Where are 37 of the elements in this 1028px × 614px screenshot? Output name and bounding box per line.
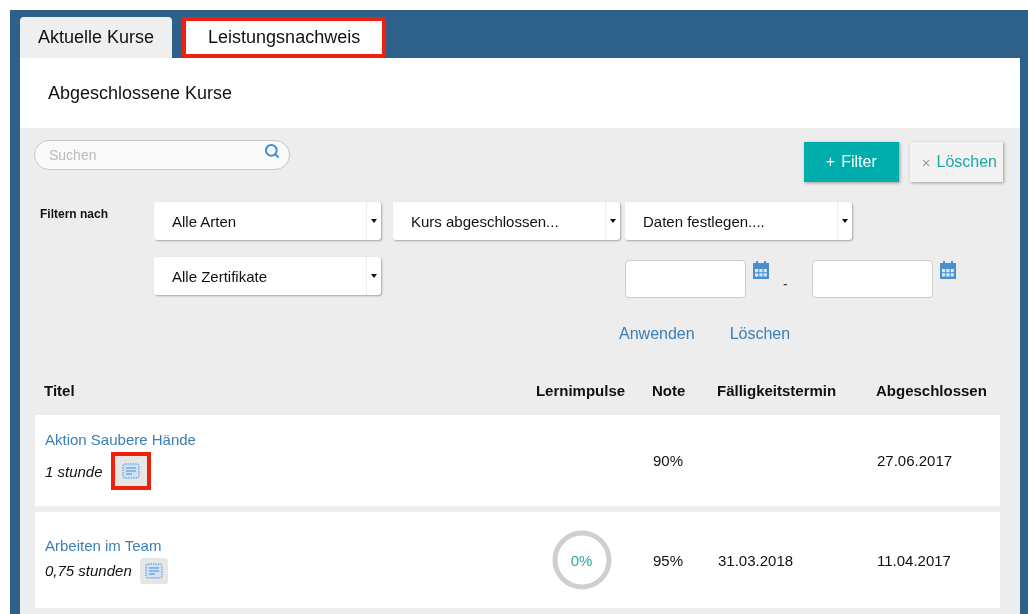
completed-date-cell-text: 27.06.2017 [877, 452, 954, 469]
section-title: Abgeschlossene Kurse [48, 82, 233, 104]
completed-date-cell-text: 11.04.2017 [877, 551, 952, 569]
column-header: Lernimpulse [534, 381, 627, 399]
search-field[interactable]: Suchen [34, 140, 290, 170]
action-link[interactable]: Löschen [729, 325, 791, 343]
certificate-button[interactable] [139, 557, 168, 584]
filter-dropdown[interactable]: Kurs abgeschlossen... [393, 202, 620, 240]
grade-cell-text: 95% [653, 551, 685, 569]
column-header: Abgeschlossen [876, 381, 988, 399]
filter-dropdown[interactable]: Alle Zertifikate [154, 257, 381, 295]
calendar-icon[interactable] [753, 261, 769, 279]
grade-cell-text: 90% [653, 452, 685, 469]
tab[interactable]: Leistungsnachweis [182, 17, 387, 58]
column-header: Titel [44, 381, 76, 399]
column-header: Note [652, 381, 687, 399]
date-field[interactable] [811, 260, 933, 298]
calendar-icon[interactable] [939, 261, 956, 279]
certificate-icon [144, 562, 163, 579]
column-header: Fälligkeitstermin [717, 381, 838, 399]
course-duration: 0,75 stunden [45, 562, 132, 579]
filter-label: Filtern nach [40, 206, 109, 223]
certificate-button[interactable] [110, 452, 151, 490]
course-link[interactable]: Arbeiten im Team [45, 536, 510, 554]
course-link[interactable]: Aktion Saubere Hände [45, 431, 510, 448]
tab[interactable]: Aktuelle Kurse [20, 17, 173, 58]
progress-reading: 0% [570, 551, 593, 569]
filter-dropdown[interactable]: Daten festlegen.... [625, 202, 852, 240]
certificate-icon [121, 463, 140, 479]
due-date-cell-text: 31.03.2018 [718, 551, 795, 569]
course-duration: 1 stunde [45, 462, 103, 480]
search-icon[interactable] [264, 143, 280, 159]
progress-ring [552, 530, 611, 590]
filter-dropdown[interactable]: Alle Arten [154, 202, 381, 240]
action-link[interactable]: Anwenden [619, 325, 695, 343]
date-separator: - [783, 276, 788, 292]
date-field[interactable] [625, 260, 746, 298]
